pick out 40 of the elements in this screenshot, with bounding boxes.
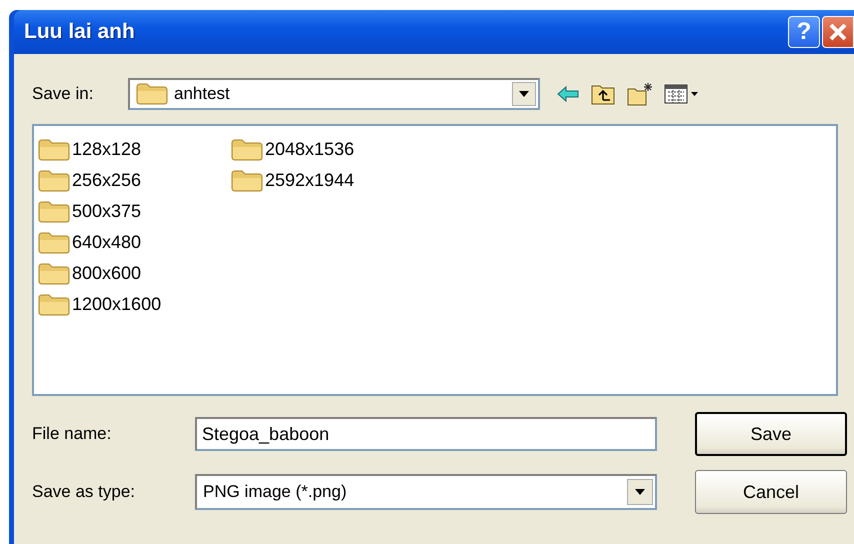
folder-icon (231, 138, 263, 160)
folder-icon (38, 138, 70, 160)
window-title: Luu lai anh (24, 20, 136, 44)
close-icon (828, 22, 848, 42)
dropdown-value: anhtest (173, 84, 231, 104)
folder-icon (38, 232, 70, 254)
folder-icon (38, 294, 70, 316)
folder-item[interactable]: 1200x1600 (38, 289, 231, 320)
save-in-label: Save in: (32, 84, 94, 104)
new-folder-button[interactable] (626, 81, 654, 107)
caret-icon (634, 488, 646, 496)
folder-item[interactable]: 128x128 (38, 134, 231, 165)
save-button[interactable]: Save (695, 412, 847, 456)
folder-item[interactable]: 500x375 (38, 196, 231, 227)
view-menu-button[interactable] (664, 83, 700, 105)
dropdown-button[interactable] (627, 479, 653, 505)
file-name-label: File name: (32, 424, 112, 444)
back-button[interactable] (556, 85, 580, 103)
new-folder-icon (626, 81, 654, 107)
folder-item[interactable]: 640x480 (38, 227, 231, 258)
file-type-dropdown[interactable]: PNG image (*.png) (195, 474, 657, 510)
folder-item[interactable]: 800x600 (38, 258, 231, 289)
folder-icon (231, 170, 263, 192)
dropdown-value: PNG image (*.png) (202, 482, 348, 502)
folder-item[interactable]: 2048x1536 (231, 134, 424, 165)
folder-icon (136, 83, 168, 105)
folder-item[interactable]: 2592x1944 (231, 165, 424, 196)
save-in-dropdown[interactable]: anhtest (128, 78, 540, 110)
close-button[interactable] (822, 16, 854, 48)
left-arrow-icon (556, 85, 580, 103)
dropdown-button[interactable] (512, 82, 536, 106)
view-menu-icon (664, 83, 700, 105)
save-as-type-label: Save as type: (32, 482, 136, 502)
folder-item[interactable]: 256x256 (38, 165, 231, 196)
file-name-field[interactable]: Stegoa_baboon (195, 417, 657, 451)
folder-icon (38, 262, 70, 284)
folder-icon (38, 170, 70, 192)
folder-icon (38, 200, 70, 222)
caret-icon (518, 90, 530, 98)
cancel-button[interactable]: Cancel (695, 470, 847, 514)
